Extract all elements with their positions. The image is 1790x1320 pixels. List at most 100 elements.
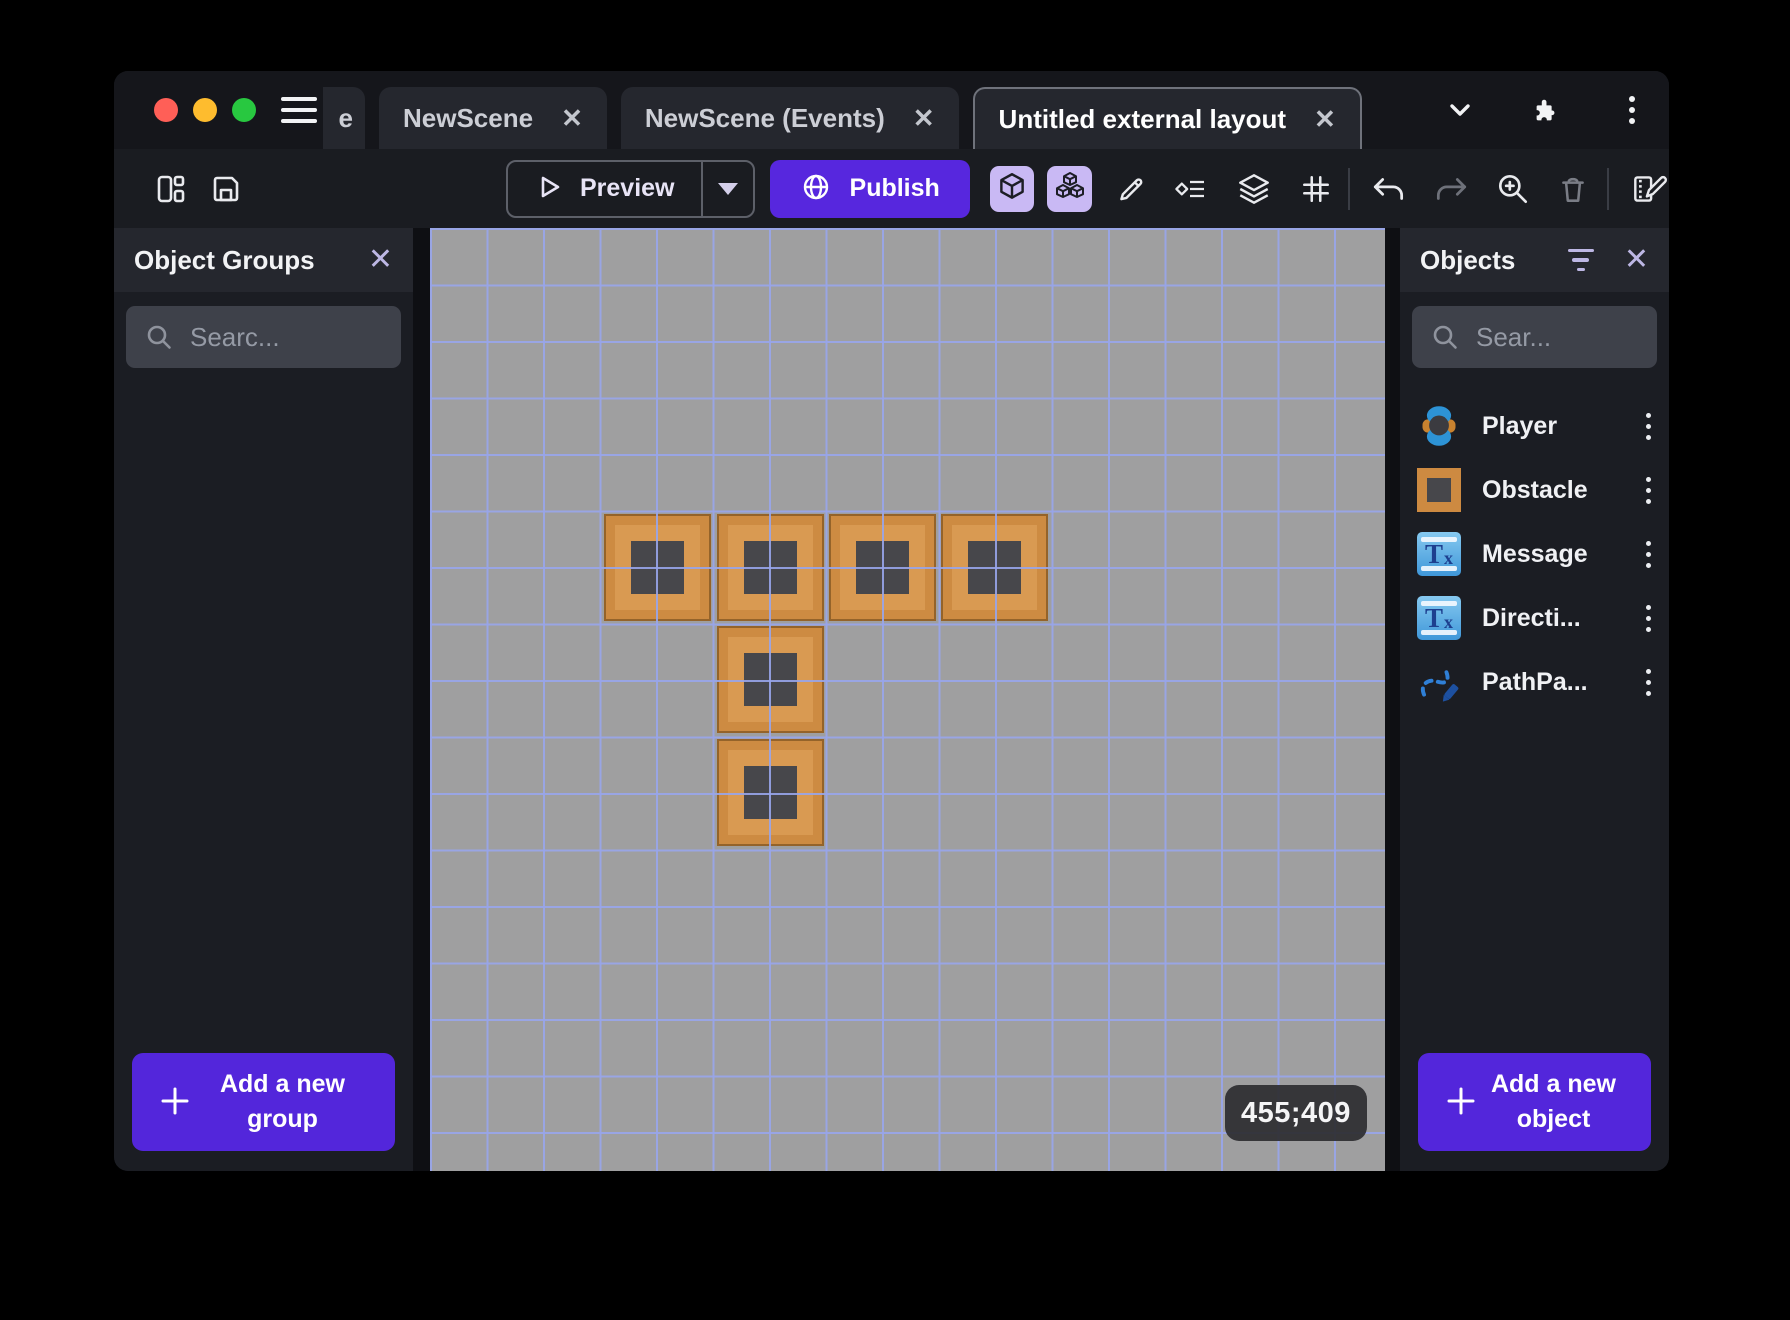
globe-icon	[800, 171, 832, 206]
object-row[interactable]: Tx Message	[1400, 522, 1669, 586]
search-icon	[1433, 325, 1457, 349]
close-panel-icon[interactable]: ✕	[368, 245, 393, 275]
plus-icon	[156, 1082, 194, 1123]
add-group-button[interactable]: Add a new group	[132, 1053, 395, 1151]
redo-button[interactable]	[1432, 172, 1470, 206]
obstacle-icon	[1416, 467, 1462, 513]
add-group-label-line1: Add a new	[219, 1070, 345, 1098]
object-row[interactable]: PathPa...	[1400, 650, 1669, 714]
tab-label: Untitled external layout	[998, 103, 1287, 134]
panel-title: Object Groups	[134, 244, 315, 275]
close-window-button[interactable]	[154, 98, 178, 122]
tab-untitled-external-layout[interactable]: Untitled external layout ✕	[972, 87, 1362, 149]
tab-clipped-label: e	[338, 102, 353, 133]
text-object-icon: Tx	[1416, 595, 1462, 641]
tab-close-icon[interactable]: ✕	[913, 105, 935, 131]
object-row[interactable]: Player	[1400, 394, 1669, 458]
tab-label: NewScene (Events)	[644, 102, 885, 133]
search-input[interactable]	[1476, 321, 1639, 353]
object-menu-kebab-icon[interactable]	[1642, 601, 1655, 636]
grid-settings-button[interactable]	[1299, 172, 1333, 206]
save-button[interactable]	[208, 171, 244, 207]
player-icon	[1416, 403, 1462, 449]
objects-search[interactable]	[1412, 306, 1657, 368]
objects-panel: Objects ✕ Player Obstacle Tx Message Tx Direc…	[1400, 228, 1669, 1171]
object-groups-editor-toggle-button[interactable]	[1047, 165, 1093, 212]
toolbar: Preview Publish	[114, 149, 1669, 228]
path-object-icon	[1416, 659, 1462, 705]
close-panel-icon[interactable]: ✕	[1624, 245, 1649, 275]
obstacle-instance[interactable]	[717, 626, 824, 733]
search-icon	[147, 325, 171, 349]
tab-newscene-events[interactable]: NewScene (Events) ✕	[620, 87, 959, 149]
window-menu-kebab-icon[interactable]	[1617, 95, 1647, 125]
object-groups-panel-header: Object Groups ✕	[114, 228, 413, 292]
title-bar: e NewScene ✕ NewScene (Events) ✕ Untitle…	[114, 71, 1669, 149]
caret-down-icon	[717, 182, 738, 195]
undo-button[interactable]	[1370, 172, 1408, 206]
add-object-label-line2: object	[1516, 1105, 1591, 1133]
object-menu-kebab-icon[interactable]	[1642, 473, 1655, 508]
add-object-label-line1: Add a new	[1490, 1070, 1616, 1098]
object-groups-panel: Object Groups ✕ Add a new grou	[114, 228, 413, 1171]
preview-dropdown-button[interactable]	[700, 161, 753, 216]
object-label: Directi...	[1482, 603, 1581, 632]
object-row[interactable]: Tx Directi...	[1400, 586, 1669, 650]
toolbar-divider	[1348, 167, 1351, 210]
extensions-puzzle-icon[interactable]	[1531, 95, 1561, 125]
panel-title: Objects	[1420, 244, 1516, 275]
traffic-lights	[114, 71, 256, 149]
app-window: e NewScene ✕ NewScene (Events) ✕ Untitle…	[114, 71, 1669, 1171]
plus-icon	[1442, 1082, 1480, 1123]
cubes-icon	[1052, 169, 1088, 208]
object-menu-kebab-icon[interactable]	[1642, 409, 1655, 444]
tab-clipped[interactable]: e	[323, 87, 365, 149]
obstacle-instance[interactable]	[717, 514, 824, 621]
preview-button[interactable]: Preview	[506, 159, 755, 218]
tab-close-icon[interactable]: ✕	[561, 105, 583, 131]
zoom-in-button[interactable]	[1495, 171, 1531, 207]
objects-list: Player Obstacle Tx Message Tx Directi... PathP…	[1400, 368, 1669, 1037]
tab-close-icon[interactable]: ✕	[1314, 106, 1336, 132]
object-label: PathPa...	[1482, 667, 1588, 696]
object-label: Obstacle	[1482, 475, 1588, 504]
object-label: Message	[1482, 539, 1588, 568]
filter-icon[interactable]	[1567, 248, 1594, 272]
toolbar-divider	[1607, 167, 1609, 210]
objects-editor-toggle-button[interactable]	[989, 165, 1035, 212]
tab-newscene[interactable]: NewScene ✕	[379, 87, 607, 149]
object-groups-search[interactable]	[126, 306, 401, 368]
publish-button[interactable]: Publish	[769, 159, 970, 218]
desktop-background: e NewScene ✕ NewScene (Events) ✕ Untitle…	[0, 0, 1790, 1320]
layers-editor-button[interactable]	[1235, 171, 1273, 207]
obstacle-instance[interactable]	[717, 739, 824, 846]
object-menu-kebab-icon[interactable]	[1642, 537, 1655, 572]
delete-selection-button[interactable]	[1556, 172, 1590, 206]
add-group-label-line2: group	[247, 1105, 318, 1133]
canvas-grid	[430, 228, 1385, 1171]
publish-label: Publish	[849, 174, 940, 202]
obstacle-instance[interactable]	[829, 514, 936, 621]
obstacle-instance[interactable]	[604, 514, 711, 621]
search-input[interactable]	[190, 321, 383, 353]
obstacle-instance[interactable]	[941, 514, 1048, 621]
cube-icon	[995, 170, 1029, 207]
object-groups-list	[114, 368, 413, 1037]
add-object-button[interactable]: Add a new object	[1418, 1053, 1651, 1151]
instances-list-button[interactable]	[1173, 172, 1211, 206]
maximize-window-button[interactable]	[232, 98, 256, 122]
chevron-down-icon[interactable]	[1445, 95, 1475, 125]
object-menu-kebab-icon[interactable]	[1642, 665, 1655, 700]
object-row[interactable]: Obstacle	[1400, 458, 1669, 522]
tab-bar: e NewScene ✕ NewScene (Events) ✕ Untitle…	[323, 71, 1362, 149]
project-manager-button[interactable]	[152, 171, 188, 207]
scene-canvas[interactable]: 455;409	[430, 228, 1385, 1171]
edit-scene-properties-button[interactable]	[1629, 171, 1669, 207]
main-menu-button[interactable]	[281, 97, 317, 123]
tab-label: NewScene	[403, 102, 534, 133]
edit-mode-button[interactable]	[1114, 172, 1148, 206]
cursor-coordinates-badge: 455;409	[1225, 1085, 1367, 1141]
play-icon	[534, 172, 564, 205]
minimize-window-button[interactable]	[193, 98, 217, 122]
object-label: Player	[1482, 411, 1558, 440]
